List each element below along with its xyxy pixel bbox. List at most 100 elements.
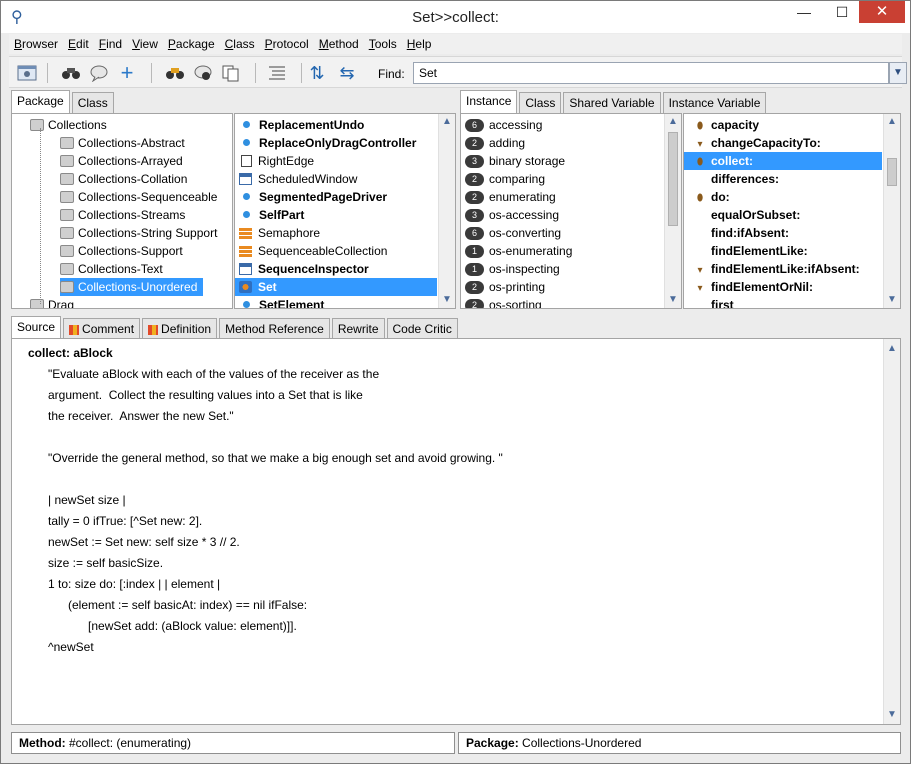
- tab-rewrite[interactable]: Rewrite: [331, 318, 385, 339]
- menu-method[interactable]: Method: [314, 34, 364, 54]
- tab-class[interactable]: Class: [71, 92, 114, 113]
- package-item[interactable]: Collections: [30, 116, 113, 134]
- find-senders-icon[interactable]: [163, 61, 187, 85]
- speech-bubble-icon[interactable]: [87, 61, 111, 85]
- scroll-thumb[interactable]: [668, 132, 678, 226]
- menu-find[interactable]: Find: [94, 34, 127, 54]
- method-item[interactable]: first: [684, 296, 882, 308]
- scroll-down-icon[interactable]: ▼: [886, 294, 898, 306]
- method-item[interactable]: ▾ changeCapacityTo:: [684, 134, 882, 152]
- tab-instance[interactable]: Instance: [460, 90, 518, 113]
- menu-help[interactable]: Help: [402, 34, 437, 54]
- scroll-down-icon[interactable]: ▼: [667, 294, 679, 306]
- scroll-up-icon[interactable]: ▲: [886, 116, 898, 128]
- method-item[interactable]: ⬮ capacity: [684, 116, 882, 134]
- tab-code-critic[interactable]: Code Critic: [386, 318, 458, 339]
- method-item[interactable]: find:ifAbsent:: [684, 224, 882, 242]
- class-name: Semaphore: [258, 226, 321, 240]
- menu-protocol[interactable]: Protocol: [260, 34, 314, 54]
- protocol-count-badge: 1: [465, 245, 484, 258]
- menu-class[interactable]: Class: [220, 34, 260, 54]
- tab-comment[interactable]: Comment: [63, 318, 141, 339]
- class-item[interactable]: ScheduledWindow: [235, 170, 437, 188]
- class-list: ReplacementUndo ReplaceOnlyDragController…: [234, 113, 456, 309]
- tab-source[interactable]: Source: [11, 316, 62, 339]
- format-code-icon[interactable]: [265, 61, 289, 85]
- method-item[interactable]: ▾ findElementOrNil:: [684, 278, 882, 296]
- protocol-item[interactable]: 2 os-sorting: [461, 296, 542, 308]
- minimize-button[interactable]: —: [789, 1, 819, 23]
- protocol-item[interactable]: 2 comparing: [461, 170, 545, 188]
- find-input[interactable]: [413, 62, 889, 84]
- scroll-down-icon[interactable]: ▼: [441, 294, 453, 306]
- method-item[interactable]: ⬮ collect:: [684, 152, 882, 170]
- tab-instance-variable[interactable]: Instance Variable: [662, 92, 767, 113]
- menu-edit[interactable]: Edit: [63, 34, 94, 54]
- method-item[interactable]: findElementLike:: [684, 242, 882, 260]
- class-item[interactable]: ReplaceOnlyDragController: [235, 134, 437, 152]
- scroll-up-icon[interactable]: ▲: [441, 116, 453, 128]
- method-list-scrollbar[interactable]: ▲ ▼: [883, 114, 900, 308]
- source-code[interactable]: collect: aBlock "Evaluate aBlock with ea…: [28, 343, 503, 658]
- package-item[interactable]: Collections-Collation: [60, 170, 193, 188]
- protocol-item[interactable]: 1 os-inspecting: [461, 260, 560, 278]
- add-icon[interactable]: +: [115, 60, 139, 85]
- find-messages-icon[interactable]: [191, 61, 215, 85]
- package-item[interactable]: Collections-Arrayed: [60, 152, 189, 170]
- class-list-scrollbar[interactable]: ▲ ▼: [438, 114, 455, 308]
- tab-class-side[interactable]: Class: [519, 92, 562, 113]
- scroll-down-icon[interactable]: ▼: [886, 709, 898, 721]
- package-item[interactable]: Collections-Abstract: [60, 134, 191, 152]
- package-item[interactable]: Collections-Text: [60, 260, 169, 278]
- menu-browser[interactable]: Browser: [9, 34, 63, 54]
- protocol-item[interactable]: 6 os-converting: [461, 224, 561, 242]
- menu-tools[interactable]: Tools: [364, 34, 402, 54]
- package-item[interactable]: Collections-Unordered: [60, 278, 204, 296]
- tab-method-reference[interactable]: Method Reference: [219, 318, 330, 339]
- method-item[interactable]: ▾ findElementLike:ifAbsent:: [684, 260, 882, 278]
- class-item[interactable]: SetElement: [235, 296, 437, 308]
- protocol-list-scrollbar[interactable]: ▲ ▼: [664, 114, 681, 308]
- copy-pages-icon[interactable]: [219, 61, 243, 85]
- scroll-up-icon[interactable]: ▲: [667, 116, 679, 128]
- package-item[interactable]: Collections-Streams: [60, 206, 191, 224]
- class-item[interactable]: Set: [235, 278, 437, 296]
- protocol-item[interactable]: 2 os-printing: [461, 278, 545, 296]
- binoculars-icon[interactable]: [59, 61, 83, 85]
- class-item[interactable]: ReplacementUndo: [235, 116, 437, 134]
- method-item[interactable]: ⬮ do:: [684, 188, 882, 206]
- protocol-item[interactable]: 2 enumerating: [461, 188, 556, 206]
- source-editor[interactable]: collect: aBlock "Evaluate aBlock with ea…: [11, 338, 901, 725]
- menu-package[interactable]: Package: [163, 34, 220, 54]
- close-button[interactable]: ✕: [859, 1, 905, 23]
- scroll-thumb[interactable]: [887, 158, 897, 186]
- class-item[interactable]: SequenceInspector: [235, 260, 437, 278]
- package-item[interactable]: Collections-String Support: [60, 224, 223, 242]
- find-dropdown-arrow-icon[interactable]: ▼: [889, 62, 907, 84]
- shuffle-arrows-icon[interactable]: ⇆: [335, 61, 359, 85]
- menu-view[interactable]: View: [127, 34, 163, 54]
- tab-shared-variable[interactable]: Shared Variable: [563, 92, 661, 113]
- package-item[interactable]: Collections-Sequenceable: [60, 188, 223, 206]
- class-item[interactable]: Semaphore: [235, 224, 437, 242]
- package-item[interactable]: Drag: [30, 296, 80, 308]
- protocol-item[interactable]: 3 os-accessing: [461, 206, 559, 224]
- scroll-up-icon[interactable]: ▲: [886, 343, 898, 355]
- maximize-button[interactable]: ☐: [827, 1, 857, 23]
- class-item[interactable]: SegmentedPageDriver: [235, 188, 437, 206]
- browser-view-icon[interactable]: [15, 61, 39, 85]
- protocol-item[interactable]: 1 os-enumerating: [461, 242, 572, 260]
- method-item[interactable]: equalOrSubset:: [684, 206, 882, 224]
- package-item[interactable]: Collections-Support: [60, 242, 189, 260]
- refactor-arrows-icon[interactable]: ⇅: [305, 61, 329, 85]
- protocol-item[interactable]: 3 binary storage: [461, 152, 565, 170]
- class-item[interactable]: RightEdge: [235, 152, 437, 170]
- class-item[interactable]: SelfPart: [235, 206, 437, 224]
- method-item[interactable]: differences:: [684, 170, 882, 188]
- protocol-item[interactable]: 2 adding: [461, 134, 525, 152]
- tab-definition[interactable]: Definition: [142, 318, 218, 339]
- class-item[interactable]: SequenceableCollection: [235, 242, 437, 260]
- editor-scrollbar[interactable]: ▲ ▼: [883, 339, 900, 724]
- protocol-item[interactable]: 6 accessing: [461, 116, 542, 134]
- tab-package[interactable]: Package: [11, 90, 70, 113]
